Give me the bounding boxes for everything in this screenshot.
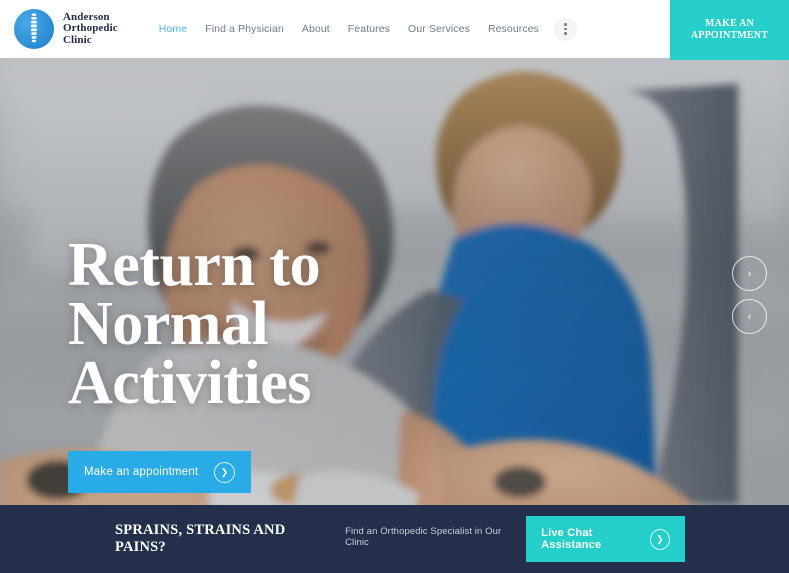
hero-content: Return to Normal Activities Make an appo… [68, 231, 528, 493]
chevron-right-circle-icon: ❯ [649, 528, 670, 550]
brand-logo[interactable]: Anderson Orthopedic Clinic [14, 9, 118, 49]
slider-prev-button[interactable]: ‹ [732, 299, 767, 334]
nav-item-resources[interactable]: Resources [479, 23, 548, 35]
chevron-right-circle-icon: ❯ [214, 461, 235, 483]
spine-circle-logo-icon [14, 9, 54, 49]
appointment-button-line1: MAKE AN [705, 18, 754, 29]
brand-name-line3: Clinic [63, 33, 92, 46]
nav-item-our-services[interactable]: Our Services [399, 23, 479, 35]
hero-title-line2: Activities [68, 349, 311, 417]
slider-next-button[interactable]: › [732, 256, 767, 291]
hero-cta-label: Make an appointment [84, 466, 199, 478]
bottom-cta-bar: SPRAINS, STRAINS AND PAINS? Find an Orth… [0, 505, 789, 573]
vertical-dots-icon[interactable] [554, 17, 578, 41]
hero-make-appointment-button[interactable]: Make an appointment ❯ [68, 451, 251, 493]
hero-title: Return to Normal Activities [68, 231, 528, 417]
main-navigation: Home Find a Physician About Features Our… [150, 17, 578, 41]
make-an-appointment-button[interactable]: MAKE AN APPOINTMENT [670, 0, 789, 60]
bottom-bar-headline: SPRAINS, STRAINS AND PAINS? [115, 522, 286, 555]
bottom-bar-text: SPRAINS, STRAINS AND PAINS? Find an Orth… [115, 522, 526, 556]
hero-title-line1: Return to Normal [68, 231, 321, 358]
nav-item-about[interactable]: About [293, 23, 339, 35]
live-chat-assistance-button[interactable]: Live Chat Assistance ❯ [526, 516, 685, 562]
live-chat-label: Live Chat Assistance [541, 527, 602, 551]
hero-slider: Return to Normal Activities Make an appo… [0, 58, 789, 505]
bottom-bar-subtext: Find an Orthopedic Specialist in Our Cli… [345, 526, 502, 548]
nav-item-home[interactable]: Home [150, 23, 196, 35]
appointment-button-line2: APPOINTMENT [690, 30, 769, 41]
spine-icon [31, 13, 37, 43]
nav-item-features[interactable]: Features [339, 23, 399, 35]
nav-item-find-a-physician[interactable]: Find a Physician [196, 23, 293, 35]
slider-navigation: › ‹ [732, 256, 767, 334]
brand-name: Anderson Orthopedic Clinic [63, 11, 118, 47]
